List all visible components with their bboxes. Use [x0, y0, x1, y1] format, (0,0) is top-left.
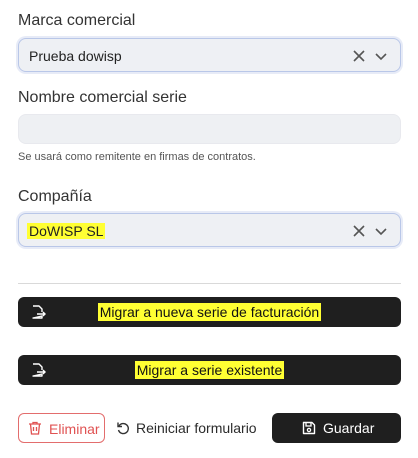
compania-value: DoWISP SL: [27, 223, 106, 239]
migrate-existing-label: Migrar a serie existente: [134, 361, 285, 379]
migrate-new-series-button[interactable]: Migrar a nueva serie de facturación: [18, 297, 401, 327]
delete-label: Eliminar: [49, 421, 100, 437]
marca-label: Marca comercial: [18, 12, 136, 29]
marca-value: Prueba dowisp: [29, 48, 122, 64]
chevron-down-icon[interactable]: [372, 222, 390, 240]
delete-button[interactable]: Eliminar: [18, 413, 105, 443]
compania-select[interactable]: DoWISP SL: [18, 213, 401, 247]
trash-icon: [29, 421, 41, 435]
chevron-down-icon[interactable]: [372, 47, 390, 65]
save-label: Guardar: [323, 420, 375, 436]
migrate-existing-series-button[interactable]: Migrar a serie existente: [18, 355, 401, 385]
nombre-help-text: Se usará como remitente en firmas de con…: [18, 151, 256, 163]
divider: [18, 283, 401, 284]
nombre-input[interactable]: [18, 114, 401, 144]
migrate-new-label: Migrar a nueva serie de facturación: [97, 303, 322, 321]
reset-label: Reiniciar formulario: [136, 420, 257, 436]
clear-icon[interactable]: [350, 47, 368, 65]
rotate-ccw-icon: [117, 422, 129, 435]
compania-label: Compañía: [18, 188, 92, 205]
marca-select[interactable]: Prueba dowisp: [18, 38, 401, 72]
save-button[interactable]: Guardar: [272, 413, 401, 443]
nombre-label: Nombre comercial serie: [18, 89, 187, 106]
clear-icon[interactable]: [350, 222, 368, 240]
floppy-disk-icon: [302, 421, 316, 435]
